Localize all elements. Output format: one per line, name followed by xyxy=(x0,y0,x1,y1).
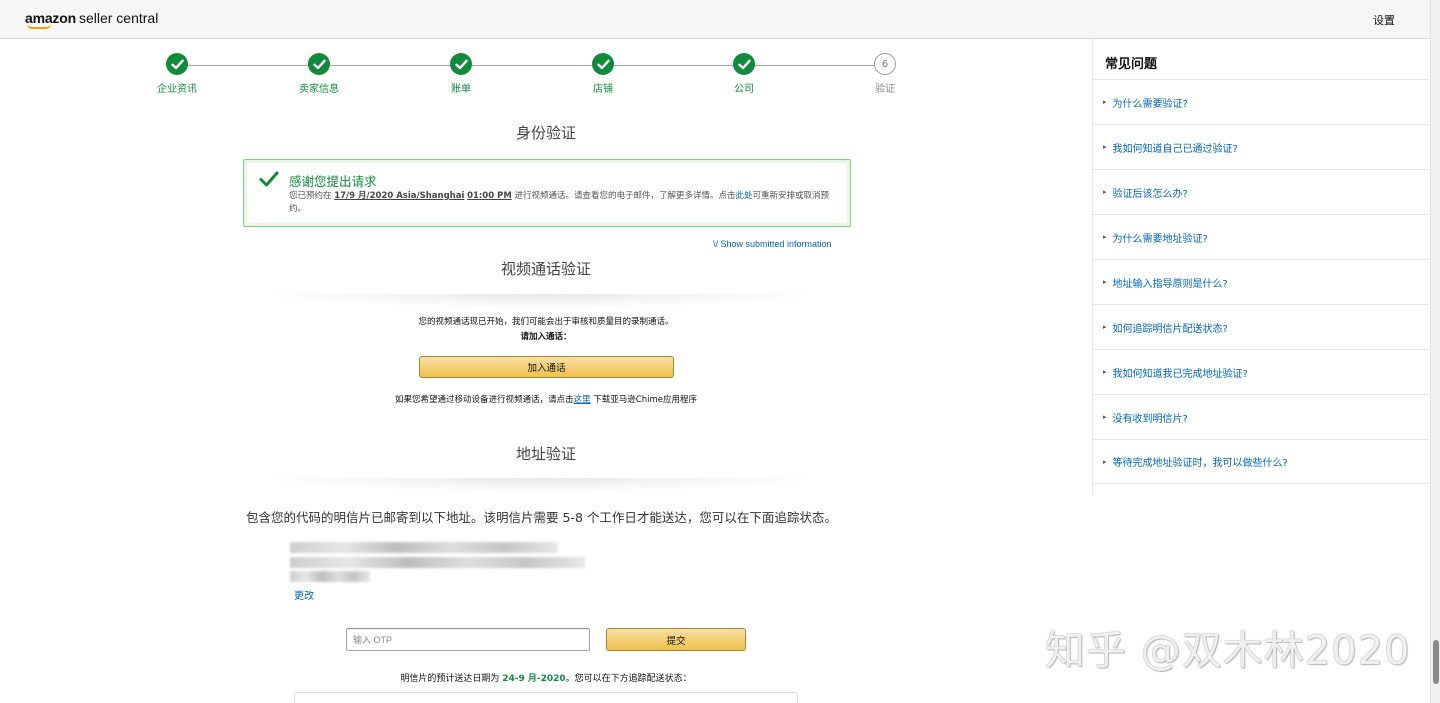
appointment-time: 01:00 PM xyxy=(467,191,512,201)
top-navigation-bar: amazon seller central 设置 xyxy=(0,0,1430,39)
scrollbar-thumb[interactable] xyxy=(1433,640,1439,684)
estimated-delivery-text: 明信片的预计送达日期为 24-9 月-2020。您可以在下方追踪配送状态： xyxy=(240,671,852,684)
faq-item[interactable]: ▸ 验证后该怎么办? xyxy=(1093,169,1429,214)
mobile-text-after: 下载亚马逊Chime应用程序 xyxy=(590,395,697,405)
step-label: 公司 xyxy=(734,84,754,95)
step-number: 6 xyxy=(874,53,896,75)
alert-message: 您已预约在 17/9 月/2020 Asia/Shanghai 01:00 PM… xyxy=(289,190,844,216)
faq-sidebar: 常见问题 ▸ 为什么需要验证? ▸ 我如何知道自己已通过验证? ▸ 验证后该怎么办? ▸ 为什… xyxy=(1092,39,1430,495)
step-label: 验证 xyxy=(875,84,895,95)
step-label: 企业资讯 xyxy=(157,84,197,95)
step-check-icon xyxy=(592,53,614,75)
address-verification-title: 地址验证 xyxy=(515,445,576,463)
step-check-icon xyxy=(450,53,472,75)
submit-otp-button[interactable]: 提交 xyxy=(606,628,746,651)
caret-right-icon: ▸ xyxy=(1103,278,1107,286)
caret-right-icon: ▸ xyxy=(1103,413,1107,421)
faq-question: 如何追踪明信片配送状态? xyxy=(1112,323,1228,335)
faq-question: 我如何知道自己已通过验证? xyxy=(1112,143,1238,155)
faq-item[interactable]: ▸ 我如何知道我已完成地址验证? xyxy=(1093,349,1429,394)
amazon-seller-central-logo[interactable]: amazon seller central xyxy=(25,8,159,29)
faq-question: 为什么需要验证? xyxy=(1112,98,1188,110)
page-scrollbar[interactable] xyxy=(1430,0,1440,703)
amazon-smile-icon xyxy=(27,24,51,29)
caret-right-icon: ▸ xyxy=(1103,323,1107,331)
step-check-icon xyxy=(733,53,755,75)
faq-item[interactable]: ▸ 为什么需要地址验证? xyxy=(1093,214,1429,259)
registration-progress-steps: 企业资讯 卖家信息 账单 店铺 公司 6 验证 xyxy=(150,52,910,97)
progress-line xyxy=(177,65,885,66)
estimated-delivery-date: 24-9 月-2020 xyxy=(502,674,566,684)
mobile-text-before: 如果您希望通过移动设备进行视频通话，请点击 xyxy=(395,395,574,405)
progress-step: 账单 xyxy=(431,52,491,95)
progress-step: 店铺 xyxy=(573,52,633,95)
faq-question: 等待完成地址验证时，我可以做些什么? xyxy=(1112,458,1288,469)
progress-step: 企业资讯 xyxy=(147,52,207,95)
delivery-text-after: 。您可以在下方追踪配送状态： xyxy=(565,674,692,684)
progress-step: 卖家信息 xyxy=(289,52,349,95)
caret-right-icon: ▸ xyxy=(1103,143,1107,151)
step-label: 店铺 xyxy=(593,84,613,95)
faq-list: ▸ 为什么需要验证? ▸ 我如何知道自己已通过验证? ▸ 验证后该怎么办? ▸ 为什么需要地址… xyxy=(1093,79,1429,484)
chime-download-link[interactable]: 这里 xyxy=(574,395,591,405)
alert-text-middle: 进行视频通话。请查看您的电子邮件，了解更多详情。点击 xyxy=(511,191,736,201)
video-call-verification-title: 视频通话验证 xyxy=(500,260,591,278)
progress-step: 公司 xyxy=(714,52,774,95)
faq-question: 没有收到明信片? xyxy=(1112,413,1188,425)
reschedule-link[interactable]: 此处 xyxy=(736,191,753,201)
mobile-chime-text: 如果您希望通过移动设备进行视频通话，请点击这里 下载亚马逊Chime应用程序 xyxy=(240,393,852,405)
faq-item[interactable]: ▸ 为什么需要验证? xyxy=(1093,79,1429,124)
settings-link[interactable]: 设置 xyxy=(1373,12,1395,28)
join-call-button[interactable]: 加入通话 xyxy=(419,356,674,378)
caret-right-icon: ▸ xyxy=(1103,98,1107,106)
caret-right-icon: ▸ xyxy=(1103,457,1107,466)
caret-right-icon: ▸ xyxy=(1103,233,1107,241)
section-divider xyxy=(262,294,822,308)
caret-right-icon: ▸ xyxy=(1103,368,1107,376)
faq-question: 我如何知道我已完成地址验证? xyxy=(1112,368,1248,380)
section-divider xyxy=(262,478,822,492)
faq-item[interactable]: ▸ 地址输入指导原则是什么? xyxy=(1093,259,1429,304)
faq-question: 为什么需要地址验证? xyxy=(1112,233,1208,245)
faq-item[interactable]: ▸ 没有收到明信片? xyxy=(1093,394,1429,439)
otp-input[interactable] xyxy=(346,628,590,651)
logo-product-text: seller central xyxy=(78,10,159,26)
faq-question: 验证后该怎么办? xyxy=(1112,188,1188,200)
identity-verification-title: 身份验证 xyxy=(515,124,576,142)
zhihu-watermark: 知乎 @双木林2020 xyxy=(1045,628,1411,674)
appointment-date: 17/9 月/2020 Asia/Shanghai xyxy=(334,191,465,201)
step-check-icon xyxy=(308,53,330,75)
video-call-started-text: 您的视频通话现已开始，我们可能会出于审核和质量目的录制通话。 xyxy=(418,317,674,327)
alert-title: 感谢您提出请求 xyxy=(289,174,377,189)
alert-text-before: 您已预约在 xyxy=(289,191,335,201)
tracking-status-panel xyxy=(294,692,798,703)
step-label: 账单 xyxy=(451,84,471,95)
faq-item[interactable]: ▸ 我如何知道自己已通过验证? xyxy=(1093,124,1429,169)
caret-right-icon: ▸ xyxy=(1103,188,1107,196)
delivery-text-before: 明信片的预计送达日期为 xyxy=(400,674,503,684)
faq-item[interactable]: ▸ 等待完成地址验证时，我可以做些什么? xyxy=(1093,439,1429,484)
redacted-address xyxy=(290,542,585,586)
join-call-prompt: 请加入通话： xyxy=(520,332,572,342)
step-label: 卖家信息 xyxy=(299,84,339,95)
checkmark-icon xyxy=(259,170,279,192)
postcard-description: 包含您的代码的明信片已邮寄到以下地址。该明信片需要 5-8 个工作日才能送达，您… xyxy=(246,510,837,525)
faq-item[interactable]: ▸ 如何追踪明信片配送状态? xyxy=(1093,304,1429,349)
step-check-icon xyxy=(166,53,188,75)
faq-question: 地址输入指导原则是什么? xyxy=(1112,278,1228,290)
success-alert: 感谢您提出请求 您已预约在 17/9 月/2020 Asia/Shanghai … xyxy=(243,159,851,227)
change-address-link[interactable]: 更改 xyxy=(294,587,314,602)
progress-step: 6 验证 xyxy=(855,52,915,95)
faq-title: 常见问题 xyxy=(1105,57,1158,72)
show-submitted-information-link[interactable]: \/ Show submitted information xyxy=(713,239,832,249)
